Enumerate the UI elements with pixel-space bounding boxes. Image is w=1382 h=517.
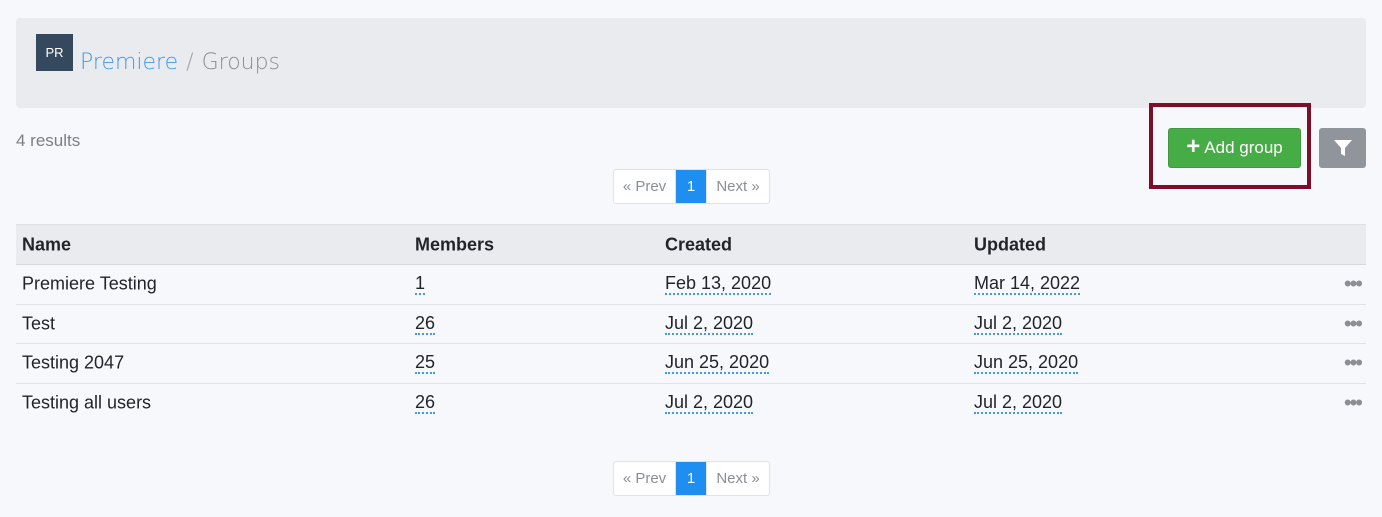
add-group-label: Add group	[1204, 138, 1283, 157]
filter-icon	[1333, 140, 1352, 156]
group-updated[interactable]: Mar 14, 2022	[974, 273, 1081, 296]
ellipsis-icon[interactable]: •••	[1344, 352, 1363, 374]
pagination-next[interactable]: Next »	[706, 170, 769, 203]
avatar[interactable]: PR	[36, 34, 73, 71]
group-created[interactable]: Jun 25, 2020	[665, 352, 770, 375]
group-members[interactable]: 26	[415, 313, 436, 335]
table-row: Premiere Testing 1 Feb 13, 2020 Mar 14, …	[16, 265, 1366, 305]
pagination-top: « Prev 1 Next »	[613, 169, 770, 204]
group-created[interactable]: Jul 2, 2020	[665, 392, 754, 415]
breadcrumb: Premiere / Groups	[80, 50, 280, 76]
group-members[interactable]: 1	[415, 273, 426, 296]
group-updated[interactable]: Jul 2, 2020	[974, 313, 1063, 335]
table-header: Name Members Created Updated	[16, 224, 1366, 265]
table-row: Testing all users 26 Jul 2, 2020 Jul 2, …	[16, 384, 1366, 424]
plus-icon: +	[1186, 133, 1201, 160]
page-header: PR Premiere / Groups	[16, 18, 1366, 108]
pagination-next[interactable]: Next »	[706, 462, 769, 495]
pagination-prev[interactable]: « Prev	[614, 462, 676, 495]
table-row: Test 26 Jul 2, 2020 Jul 2, 2020 •••	[16, 305, 1366, 344]
column-header-name[interactable]: Name	[22, 234, 71, 255]
pagination-bottom: « Prev 1 Next »	[613, 461, 770, 496]
pagination-prev[interactable]: « Prev	[614, 170, 676, 203]
table-row: Testing 2047 25 Jun 25, 2020 Jun 25, 202…	[16, 344, 1366, 384]
group-created[interactable]: Feb 13, 2020	[665, 273, 772, 296]
group-members[interactable]: 26	[415, 392, 436, 415]
column-header-members[interactable]: Members	[415, 234, 494, 255]
group-members[interactable]: 25	[415, 352, 436, 375]
filter-button[interactable]	[1319, 128, 1366, 168]
group-name[interactable]: Testing 2047	[22, 353, 124, 374]
group-name[interactable]: Test	[22, 313, 55, 334]
breadcrumb-current: Groups	[201, 50, 281, 75]
group-name[interactable]: Premiere Testing	[22, 274, 157, 295]
breadcrumb-separator: /	[186, 50, 194, 75]
column-header-updated[interactable]: Updated	[974, 234, 1046, 255]
breadcrumb-link-premiere[interactable]: Premiere	[80, 50, 178, 75]
results-count: 4 results	[16, 131, 81, 150]
add-group-button[interactable]: + Add group	[1168, 128, 1301, 168]
pagination-page-1[interactable]: 1	[676, 462, 706, 495]
ellipsis-icon[interactable]: •••	[1344, 312, 1363, 334]
ellipsis-icon[interactable]: •••	[1344, 392, 1363, 414]
groups-table: Name Members Created Updated Premiere Te…	[16, 224, 1366, 423]
group-updated[interactable]: Jun 25, 2020	[974, 352, 1079, 375]
ellipsis-icon[interactable]: •••	[1344, 273, 1363, 295]
column-header-created[interactable]: Created	[665, 234, 732, 255]
group-created[interactable]: Jul 2, 2020	[665, 313, 754, 335]
group-updated[interactable]: Jul 2, 2020	[974, 392, 1063, 415]
group-name[interactable]: Testing all users	[22, 393, 151, 414]
pagination-page-1[interactable]: 1	[676, 170, 706, 203]
